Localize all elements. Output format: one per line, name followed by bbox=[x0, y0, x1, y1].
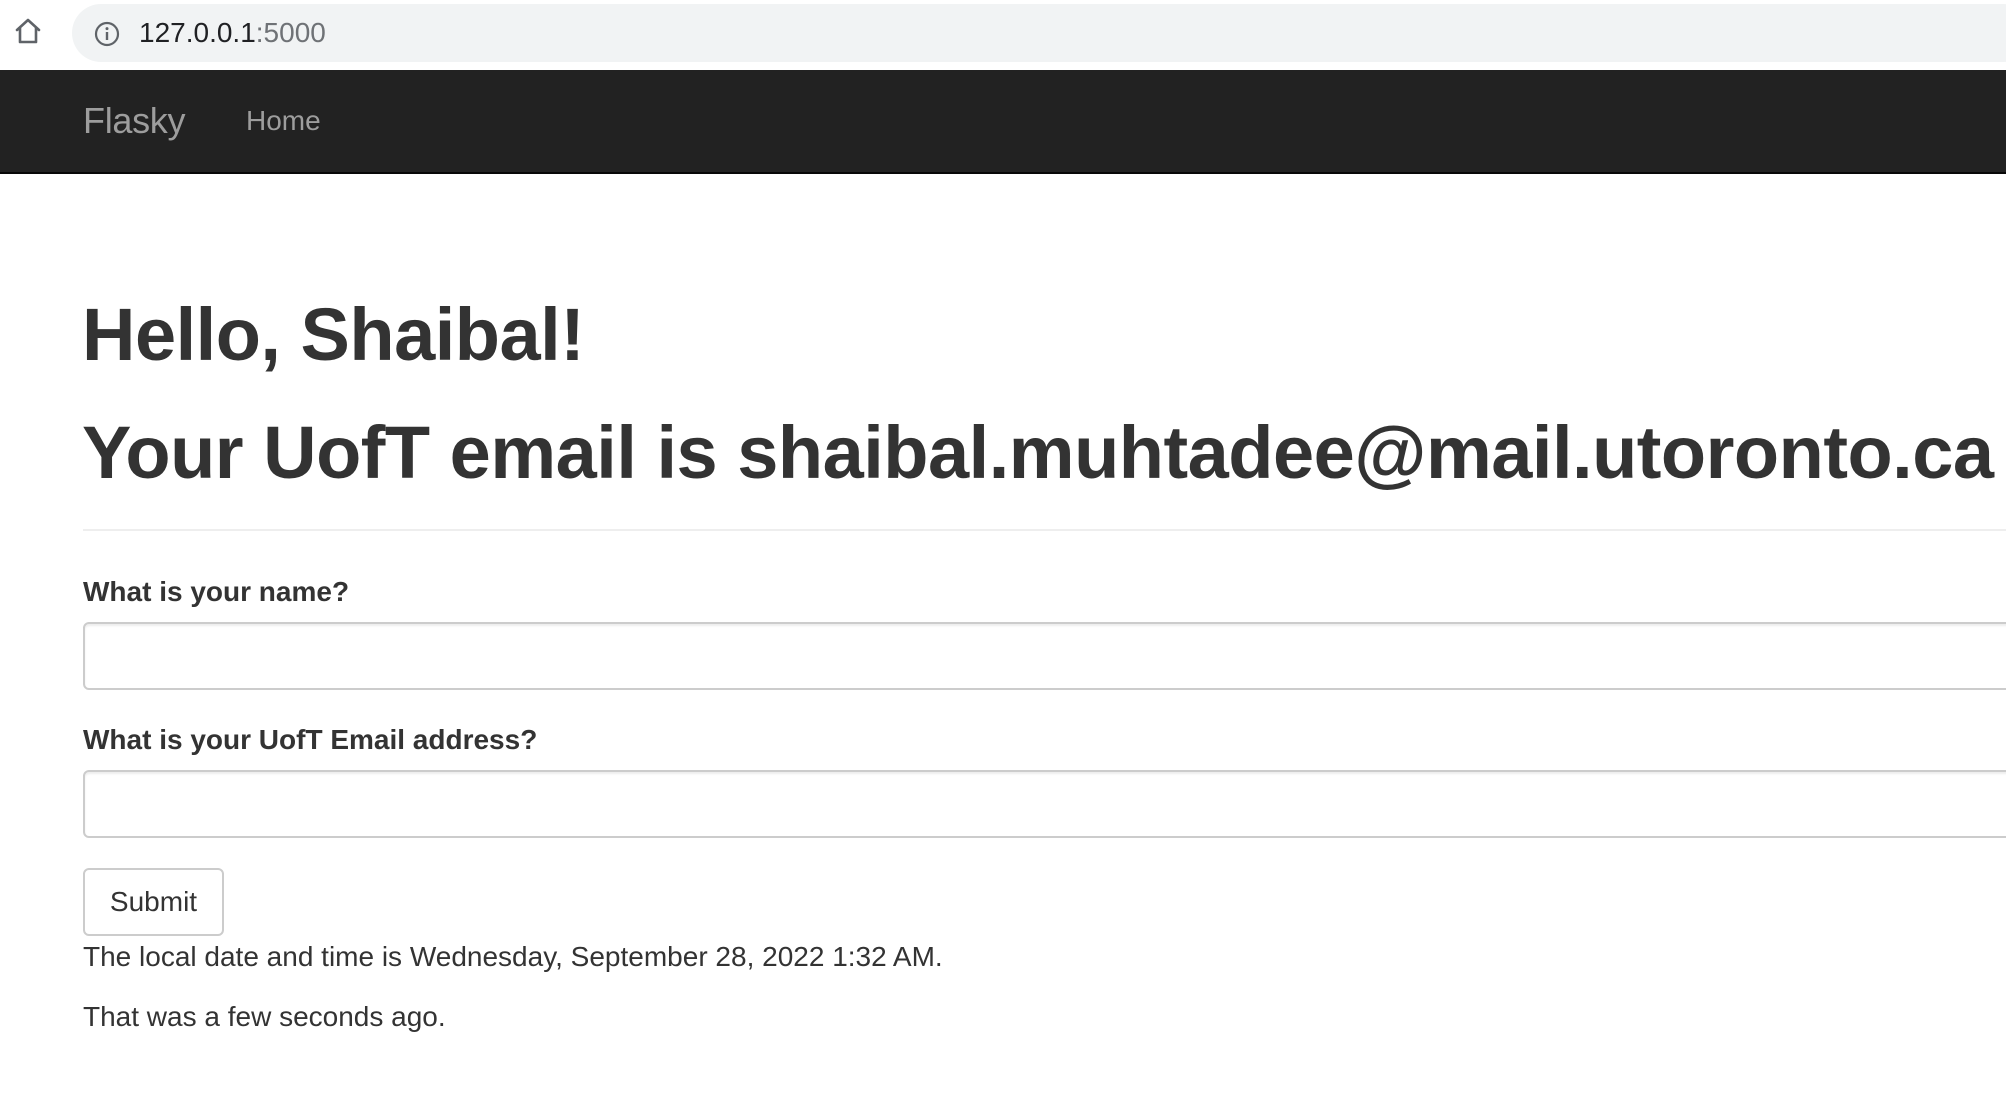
address-bar[interactable]: 127.0.0.1:5000 bbox=[72, 4, 2006, 62]
email-heading: Your UofT email is shaibal.muhtadee@mail… bbox=[82, 411, 1994, 494]
local-datetime-text: The local date and time is Wednesday, Se… bbox=[83, 941, 943, 972]
info-icon[interactable] bbox=[94, 21, 120, 47]
brand-link[interactable]: Flasky bbox=[83, 101, 186, 141]
header-divider bbox=[83, 529, 2006, 531]
navbar: Flasky Home bbox=[0, 70, 2006, 174]
url-host: 127.0.0.1 bbox=[139, 17, 256, 48]
submit-button[interactable]: Submit bbox=[83, 868, 224, 936]
greeting-heading: Hello, Shaibal! bbox=[82, 293, 585, 376]
nav-link-home[interactable]: Home bbox=[246, 104, 321, 138]
url-text[interactable]: 127.0.0.1:5000 bbox=[139, 17, 326, 49]
url-port: :5000 bbox=[255, 17, 326, 48]
home-icon[interactable] bbox=[12, 15, 44, 47]
browser-toolbar: 127.0.0.1:5000 bbox=[0, 0, 2006, 69]
relative-time-text: That was a few seconds ago. bbox=[83, 1001, 446, 1032]
email-field-label: What is your UofT Email address? bbox=[83, 724, 538, 755]
name-input[interactable] bbox=[83, 622, 2006, 690]
email-input[interactable] bbox=[83, 770, 2006, 838]
name-field-label: What is your name? bbox=[83, 576, 350, 607]
